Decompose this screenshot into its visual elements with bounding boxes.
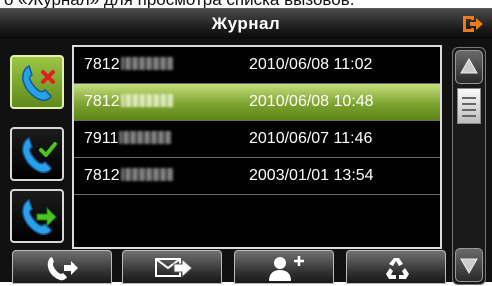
scrollbar[interactable] (452, 47, 486, 285)
recycle-icon (386, 258, 409, 279)
title-bar: Журнал (0, 9, 492, 39)
call-list: 7812 2010/06/08 11:02 7812 2010/06/08 10… (72, 45, 442, 249)
redacted-digits (120, 57, 173, 70)
redacted-digits (120, 168, 173, 181)
call-datetime: 2010/06/08 10:48 (249, 93, 374, 110)
list-item-selected[interactable]: 7812 2010/06/08 10:48 (74, 84, 440, 121)
send-sms-button[interactable] (122, 250, 222, 284)
call-log-screen: Журнал 7812 2010/06/08 11:02 7812 2010/0… (0, 8, 492, 285)
sidebar-item-received-calls[interactable] (10, 127, 64, 181)
sidebar-item-missed-calls[interactable] (10, 55, 64, 109)
scroll-down-button[interactable] (455, 248, 483, 282)
arrow-down-icon (460, 258, 478, 275)
call-datetime: 2010/06/08 11:02 (249, 56, 373, 73)
call-number: 7911 (84, 130, 172, 148)
call-button[interactable] (12, 250, 112, 284)
page-title: Журнал (211, 14, 281, 33)
phone-outgoing-icon (22, 198, 57, 235)
scroll-thumb[interactable] (457, 88, 481, 124)
list-item[interactable]: 7812 2010/06/08 11:02 (74, 47, 440, 84)
phone-received-icon (22, 136, 57, 173)
call-number: 7812 (84, 167, 173, 185)
redacted-digits (120, 94, 173, 107)
add-contact-button[interactable] (234, 250, 334, 284)
list-item[interactable]: 7812 2003/01/01 13:54 (74, 158, 440, 195)
call-number: 7812 (84, 56, 173, 74)
arrow-up-icon (460, 57, 478, 74)
sidebar-item-dialed-calls[interactable] (10, 189, 64, 243)
phone-call-icon (47, 257, 78, 281)
call-datetime: 2010/06/07 11:46 (249, 130, 373, 147)
add-contact-icon (269, 256, 304, 281)
delete-button[interactable] (346, 250, 446, 284)
exit-button[interactable] (460, 14, 484, 34)
envelope-send-icon (155, 257, 193, 279)
list-item[interactable]: 7911 2010/06/07 11:46 (74, 121, 440, 158)
redacted-digits (119, 131, 172, 144)
action-toolbar (0, 250, 452, 284)
call-number: 7812 (84, 93, 173, 111)
call-datetime: 2003/01/01 13:54 (249, 167, 374, 184)
exit-icon (463, 16, 483, 32)
scroll-up-button[interactable] (455, 50, 483, 84)
call-type-sidebar (0, 43, 68, 253)
phone-missed-icon (22, 64, 55, 101)
